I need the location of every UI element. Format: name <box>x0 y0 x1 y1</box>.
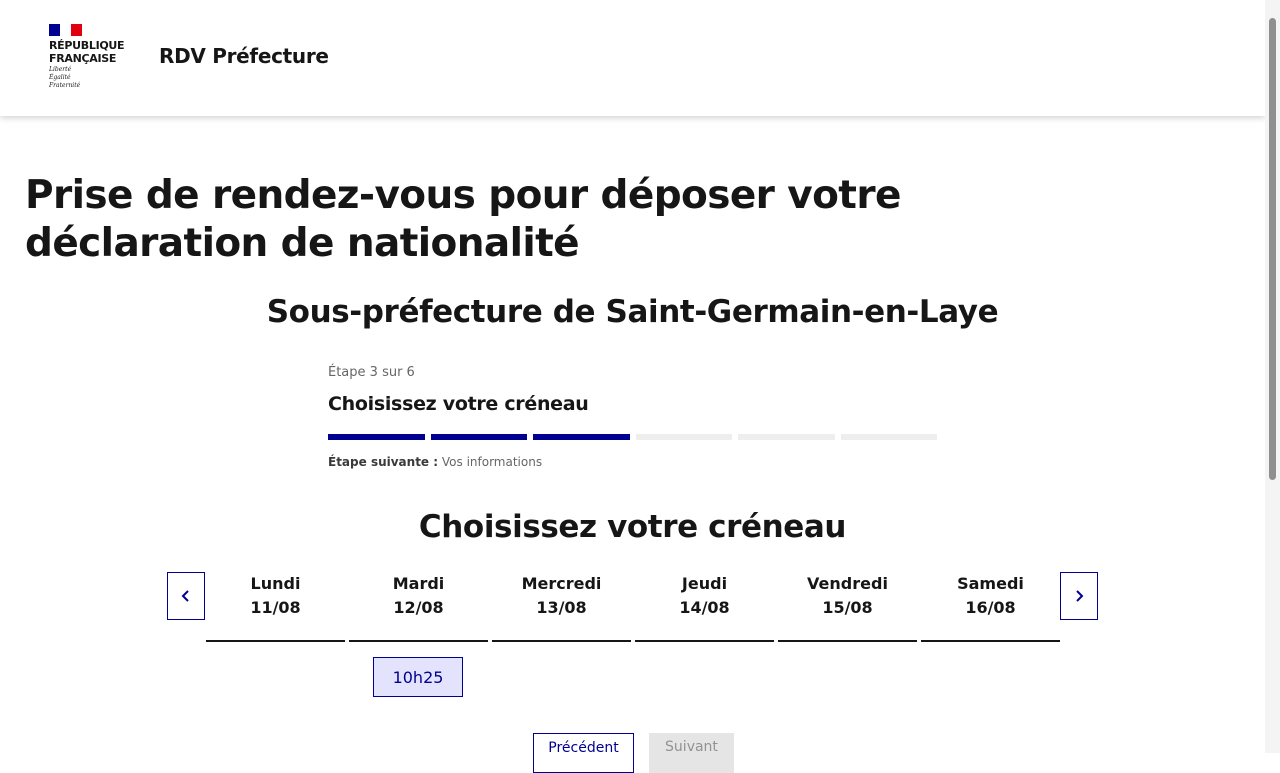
page-title: Prise de rendez-vous pour déposer votre … <box>25 173 901 266</box>
day-column: Lundi 11/08 <box>206 572 345 642</box>
previous-button[interactable]: Précédent <box>533 733 634 773</box>
motto-egalite: Égalité <box>49 74 71 81</box>
step-segment <box>840 434 937 440</box>
day-date: 16/08 <box>965 598 1016 617</box>
service-title[interactable]: RDV Préfecture <box>159 44 329 68</box>
day-column: Vendredi 15/08 <box>778 572 917 642</box>
day-divider <box>921 640 1060 642</box>
prefecture-subtitle: Sous-préfecture de Saint-Germain-en-Laye <box>266 294 999 330</box>
next-step-value: Vos informations <box>441 455 543 469</box>
day-divider <box>635 640 774 642</box>
stepper: Étape 3 sur 6 Choisissez votre créneau É… <box>328 364 948 471</box>
calendar-days: Lundi 11/08 Mardi 12/08 Mercredi 13/08 J… <box>206 572 1060 642</box>
scrollbar-thumb[interactable] <box>1269 18 1276 480</box>
day-divider <box>349 640 488 642</box>
page-scrollbar[interactable] <box>1265 0 1280 753</box>
step-title: Choisissez votre créneau <box>328 393 589 415</box>
day-column: Mercredi 13/08 <box>492 572 631 642</box>
step-segment <box>533 434 630 440</box>
next-button: Suivant <box>649 733 734 773</box>
next-week-button[interactable] <box>1060 572 1098 620</box>
next-step-info: Étape suivante : Vos informations <box>328 454 948 471</box>
day-name: Jeudi <box>681 574 728 593</box>
day-divider <box>206 640 345 642</box>
previous-week-button[interactable] <box>167 572 205 620</box>
slots-section-title: Choisissez votre créneau <box>418 509 847 545</box>
day-name: Vendredi <box>807 574 888 593</box>
french-flag-icon <box>49 24 82 36</box>
step-state: Étape 3 sur 6 <box>328 365 415 380</box>
motto-fraternite: Fraternité <box>49 82 81 89</box>
logo-line-2: FRANÇAISE <box>49 52 117 65</box>
day-date: 11/08 <box>250 598 301 617</box>
step-segment <box>430 434 527 440</box>
day-date: 15/08 <box>822 598 873 617</box>
day-date: 14/08 <box>679 598 730 617</box>
step-segment <box>738 434 835 440</box>
site-header: RÉPUBLIQUE FRANÇAISE Liberté Égalité Fra… <box>0 0 1265 116</box>
day-divider <box>778 640 917 642</box>
day-name: Mercredi <box>521 574 602 593</box>
step-segment <box>328 434 425 440</box>
day-date: 12/08 <box>393 598 444 617</box>
day-divider <box>492 640 631 642</box>
day-name: Mardi <box>392 574 445 593</box>
logo-line-1: RÉPUBLIQUE <box>49 39 125 52</box>
day-date: 13/08 <box>536 598 587 617</box>
day-name: Samedi <box>957 574 1024 593</box>
motto-liberte: Liberté <box>49 66 72 73</box>
day-column: Samedi 16/08 <box>921 572 1060 642</box>
day-column: Jeudi 14/08 <box>635 572 774 642</box>
chevron-left-icon <box>181 590 189 602</box>
step-progress-bar <box>328 434 937 440</box>
republique-francaise-logo[interactable]: RÉPUBLIQUE FRANÇAISE Liberté Égalité Fra… <box>49 24 129 90</box>
time-slot-button[interactable]: 10h25 <box>373 657 463 697</box>
day-column: Mardi 12/08 <box>349 572 488 642</box>
day-name: Lundi <box>250 574 301 593</box>
logo-text: RÉPUBLIQUE FRANÇAISE <box>49 39 129 65</box>
chevron-right-icon <box>1076 590 1084 602</box>
next-step-label: Étape suivante : <box>328 455 439 469</box>
step-segment <box>635 434 732 440</box>
motto: Liberté Égalité Fraternité <box>49 66 129 90</box>
